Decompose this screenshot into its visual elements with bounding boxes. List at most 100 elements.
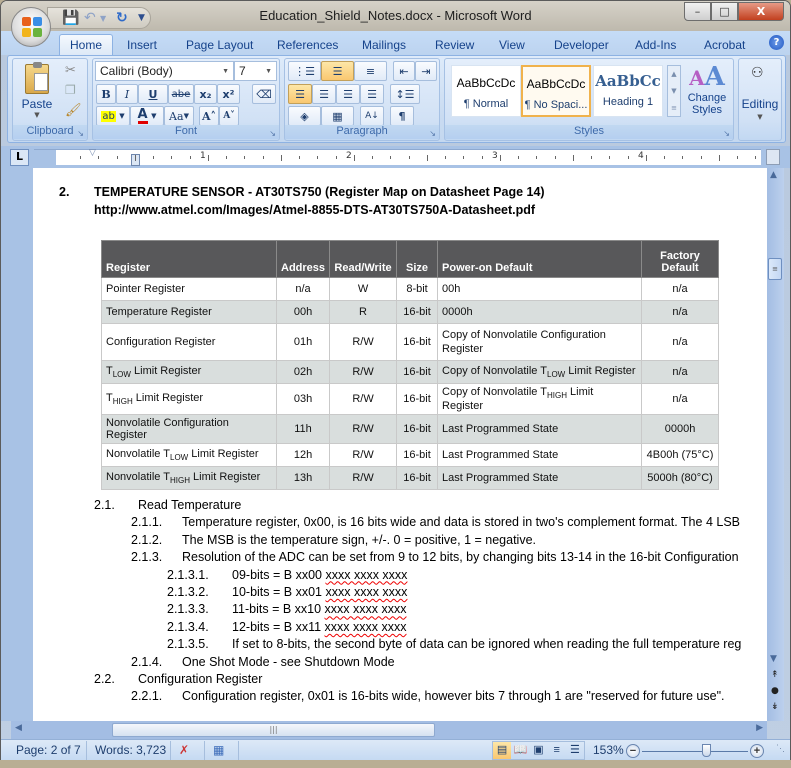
maximize-button[interactable]: □ — [711, 2, 738, 21]
spelling-error[interactable]: xxxx xxxx xxxx — [325, 602, 407, 616]
full-screen-reading-icon[interactable]: 📖 — [511, 742, 529, 759]
align-right-button[interactable]: ☰ — [336, 84, 360, 104]
help-icon[interactable]: ? — [769, 35, 784, 50]
font-size-combo[interactable]: 7 ▼ — [234, 61, 277, 81]
change-case-button[interactable]: Aa ▼ — [164, 106, 194, 126]
italic-button[interactable]: I — [116, 84, 138, 104]
styles-scroll[interactable]: ▲ ▼ ≡ — [667, 65, 681, 117]
zoom-out-icon[interactable]: − — [626, 744, 640, 758]
superscript-button[interactable]: x² — [217, 84, 240, 104]
paste-button[interactable]: Paste ▼ — [17, 62, 57, 122]
tab-review[interactable]: Review — [435, 34, 474, 55]
outline-item-text: One Shot Mode - see Shutdown Mode — [182, 654, 395, 669]
zoom-slider-handle[interactable] — [701, 744, 711, 757]
tab-selector-button[interactable]: L — [10, 149, 29, 166]
outline-view-icon[interactable]: ≡ — [548, 742, 566, 759]
proofing-errors-icon[interactable]: ✗ — [179, 743, 189, 757]
macro-recording-icon[interactable]: ▦ — [213, 743, 224, 757]
tab-insert[interactable]: Insert — [127, 34, 157, 55]
show-hide-button[interactable]: ¶ — [390, 106, 414, 126]
resize-grip-icon[interactable]: ⋱ — [776, 743, 785, 754]
styles-launcher-icon[interactable]: ↘ — [723, 129, 730, 138]
copy-icon[interactable]: ❐ — [65, 83, 76, 97]
decrease-indent-button[interactable]: ⇤ — [393, 61, 415, 81]
outline-number: 2.1.3.4. — [167, 619, 209, 634]
spelling-error[interactable]: xxxx xxxx xxxx — [325, 620, 407, 634]
spelling-error[interactable]: xxxx xxxx xxxx — [325, 585, 407, 599]
align-left-button[interactable]: ☰ — [288, 84, 312, 104]
close-button[interactable]: X — [738, 2, 784, 21]
minimize-button[interactable]: – — [684, 2, 711, 21]
format-painter-icon[interactable]: 🖌 — [65, 103, 82, 118]
zoom-slider[interactable]: − + — [626, 743, 764, 759]
bullets-button[interactable]: ⋮☰ — [288, 61, 321, 81]
change-styles-button[interactable]: AA Change Styles — [683, 63, 731, 123]
underline-button[interactable]: U — [138, 84, 168, 104]
office-button[interactable] — [11, 7, 51, 47]
previous-page-icon[interactable]: ↟ — [771, 670, 779, 680]
font-name-combo[interactable]: Calibri (Body) ▼ — [95, 61, 234, 81]
zoom-in-icon[interactable]: + — [750, 744, 764, 758]
editing-group[interactable]: ⚇ Editing ▼ — [738, 58, 782, 141]
tab-home[interactable]: Home — [59, 34, 114, 55]
subscript-button[interactable]: x₂ — [194, 84, 217, 104]
clear-formatting-button[interactable]: ⌫ — [252, 84, 276, 104]
tab-references[interactable]: References — [277, 34, 338, 55]
outline-number: 2.1.3. — [131, 550, 163, 565]
sort-button[interactable]: A↓ — [360, 106, 384, 126]
increase-indent-button[interactable]: ⇥ — [415, 61, 437, 81]
scroll-left-icon[interactable]: ◀ — [15, 723, 22, 733]
datasheet-url[interactable]: http://www.atmel.com/Images/Atmel-8855-D… — [94, 203, 535, 217]
vertical-scroll-thumb[interactable]: ≡ — [768, 258, 782, 280]
font-color-button[interactable]: A ▼ — [130, 106, 164, 126]
vertical-scrollbar[interactable]: ▲ ≡ ▼ ↟ ● ↡ — [767, 168, 784, 721]
document-page[interactable]: 2. TEMPERATURE SENSOR - AT30TS750 (Regis… — [33, 168, 767, 721]
align-center-button[interactable]: ☰ — [312, 84, 336, 104]
outline-item-text: Configuration Register — [138, 672, 263, 686]
zoom-level[interactable]: 153% — [593, 743, 624, 757]
font-launcher-icon[interactable]: ↘ — [269, 129, 276, 138]
justify-button[interactable]: ☰ — [360, 84, 384, 104]
page-indicator[interactable]: Page: 2 of 7 — [16, 743, 81, 757]
print-layout-icon[interactable]: ▤ — [493, 742, 512, 759]
horizontal-ruler[interactable]: ▽ 1 2 3 4 — [34, 148, 761, 166]
style-no-spacing[interactable]: AaBbCcDc ¶ No Spaci... — [521, 65, 591, 117]
view-ruler-button[interactable] — [766, 149, 780, 165]
tab-add-ins[interactable]: Add-Ins — [635, 34, 676, 55]
cut-icon[interactable]: ✂ — [65, 63, 76, 78]
draft-view-icon[interactable]: ☰ — [566, 742, 584, 759]
paragraph-launcher-icon[interactable]: ↘ — [429, 129, 436, 138]
tab-developer[interactable]: Developer — [554, 34, 609, 55]
scroll-down-icon[interactable]: ▼ — [770, 654, 777, 664]
clipboard-launcher-icon[interactable]: ↘ — [77, 129, 84, 138]
tab-page-layout[interactable]: Page Layout — [186, 34, 253, 55]
horizontal-scroll-thumb[interactable]: ||| — [112, 723, 435, 737]
word-count[interactable]: Words: 3,723 — [95, 743, 166, 757]
scroll-up-icon[interactable]: ▲ — [770, 170, 777, 180]
first-line-indent-marker[interactable]: ▽ — [89, 148, 96, 158]
strikethrough-button[interactable]: abe — [168, 84, 194, 104]
paste-dropdown-icon[interactable]: ▼ — [17, 111, 57, 119]
web-layout-icon[interactable]: ▣ — [529, 742, 547, 759]
bold-button[interactable]: B — [96, 84, 116, 104]
multilevel-list-button[interactable]: ≡ — [354, 61, 387, 81]
multilevel-list-icon: ≡ — [365, 64, 376, 78]
increase-indent-icon: ⇥ — [421, 64, 431, 78]
borders-button[interactable]: ▦ — [321, 106, 354, 126]
scroll-right-icon[interactable]: ▶ — [756, 723, 763, 733]
style-normal[interactable]: AaBbCcDc ¶ Normal — [451, 65, 521, 117]
grow-font-button[interactable]: A˄ — [199, 106, 219, 126]
shrink-font-button[interactable]: A˅ — [219, 106, 239, 126]
style-heading-1[interactable]: AaBbCc Heading 1 — [593, 65, 663, 117]
select-browse-object-icon[interactable]: ● — [771, 686, 779, 696]
horizontal-scrollbar[interactable]: ◀ ||| ▶ — [11, 721, 767, 739]
shading-button[interactable]: ◈ — [288, 106, 321, 126]
highlight-button[interactable]: ab ▼ — [96, 106, 130, 126]
next-page-icon[interactable]: ↡ — [771, 702, 779, 712]
tab-view[interactable]: View — [499, 34, 525, 55]
tab-mailings[interactable]: Mailings — [362, 34, 406, 55]
spelling-error[interactable]: xxxx xxxx xxxx — [325, 568, 407, 582]
line-spacing-button[interactable]: ↕☰ — [390, 84, 420, 104]
tab-acrobat[interactable]: Acrobat — [704, 34, 745, 55]
numbering-button[interactable]: ☰ — [321, 61, 354, 81]
